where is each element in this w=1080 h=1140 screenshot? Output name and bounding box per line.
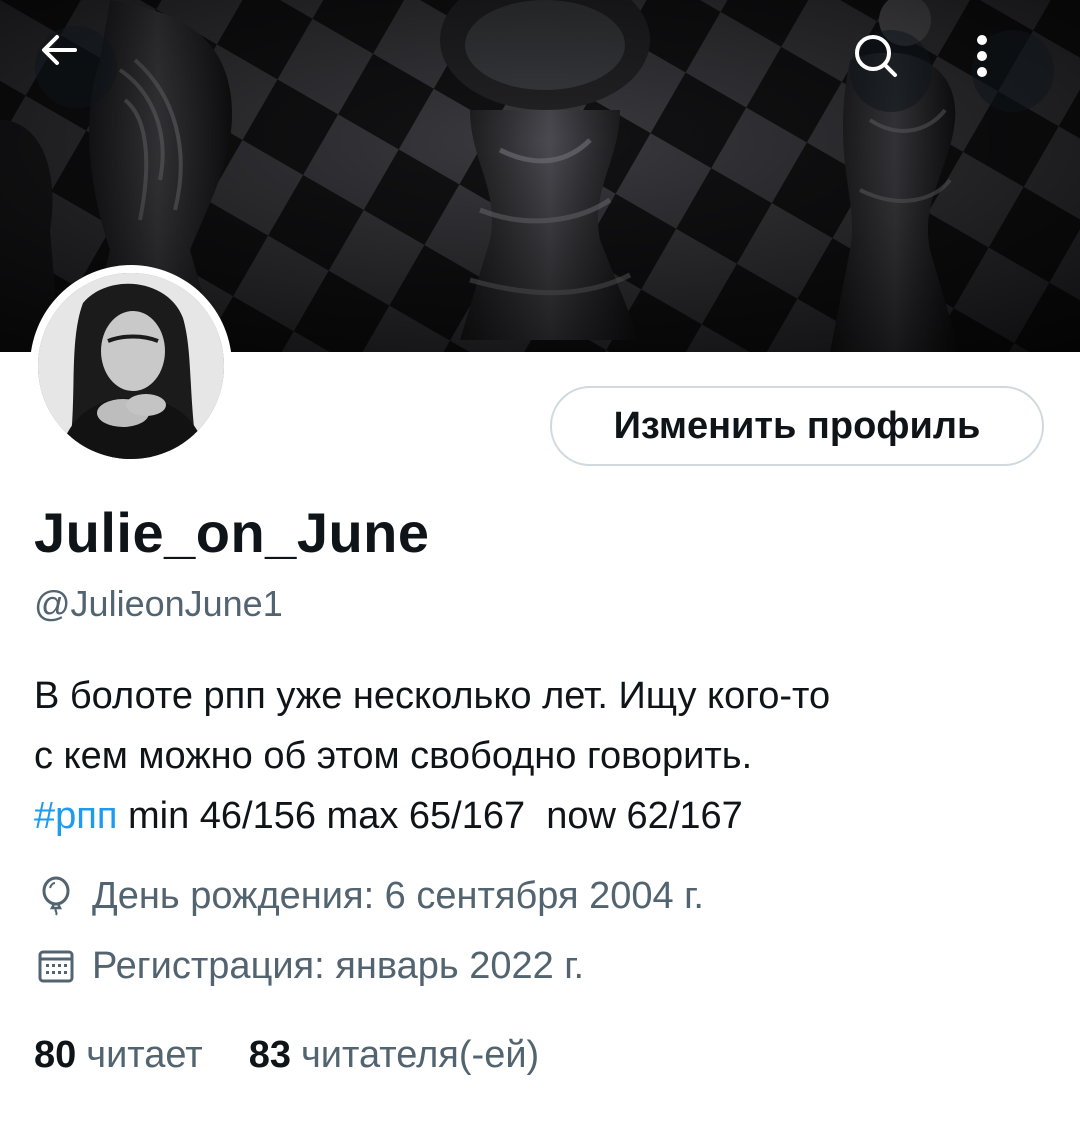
username-handle: @JulieonJune1 xyxy=(34,583,283,624)
joined-row: Регистрация: январь 2022 г. xyxy=(34,944,584,988)
back-button[interactable] xyxy=(35,26,117,108)
bio-line: #рпп min 46/156 max 65/167 now 62/167 xyxy=(34,786,1044,846)
following-count: 80 xyxy=(34,1034,77,1076)
bio-line: В болоте рпп уже несколько лет. Ищу кого… xyxy=(34,675,831,717)
avatar-image xyxy=(38,273,224,459)
follow-stats: 80 читает 83 читателя(-ей) xyxy=(34,1034,585,1077)
search-icon xyxy=(855,35,897,77)
balloon-icon xyxy=(34,874,78,918)
avatar[interactable] xyxy=(30,265,232,467)
more-vertical-icon xyxy=(977,35,987,77)
display-name: Julie_on_June xyxy=(34,501,430,564)
edit-profile-button[interactable]: Изменить профиль xyxy=(550,386,1044,466)
birthday-row: День рождения: 6 сентября 2004 г. xyxy=(34,874,704,918)
more-options-button[interactable] xyxy=(972,30,1054,112)
followers-count: 83 xyxy=(248,1034,291,1076)
joined-text: Регистрация: январь 2022 г. xyxy=(92,944,585,987)
search-button[interactable] xyxy=(850,30,932,112)
followers-label: читателя(-ей) xyxy=(300,1034,540,1076)
profile-bio: В болоте рпп уже несколько лет. Ищу кого… xyxy=(34,666,1044,846)
following-link[interactable]: 80 читает xyxy=(34,1034,203,1077)
bio-text: min 46/156 max 65/167 now 62/167 xyxy=(117,795,743,837)
calendar-icon xyxy=(34,944,78,988)
birthday-text: День рождения: 6 сентября 2004 г. xyxy=(92,874,704,917)
hashtag-link[interactable]: #рпп xyxy=(34,795,117,837)
arrow-left-icon xyxy=(42,35,77,65)
bio-line: с кем можно об этом свободно говорить. xyxy=(34,735,753,777)
followers-link[interactable]: 83 читателя(-ей) xyxy=(249,1034,540,1077)
following-label: читает xyxy=(86,1034,203,1076)
